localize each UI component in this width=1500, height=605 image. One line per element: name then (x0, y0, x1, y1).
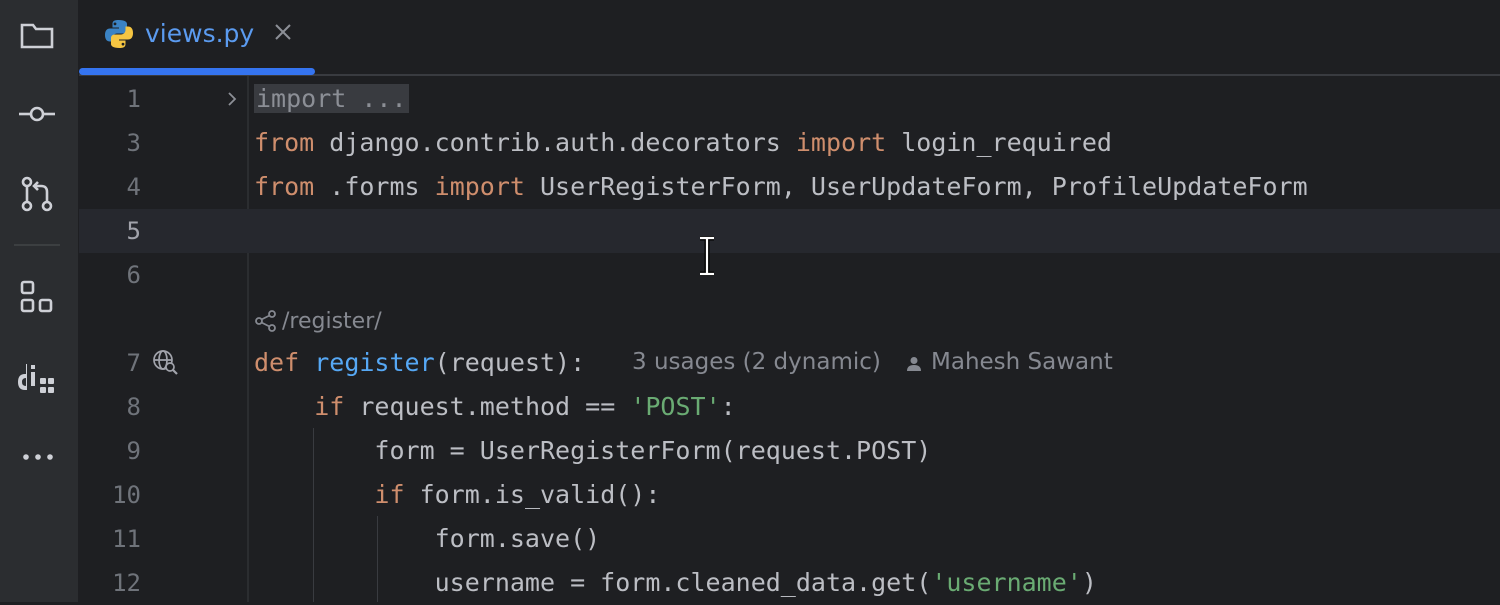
commit-icon[interactable] (15, 92, 59, 136)
code-text: form = UserRegisterForm(request.POST) (254, 436, 932, 465)
code-text: from .forms import UserRegisterForm, Use… (254, 172, 1308, 201)
project-icon[interactable] (15, 13, 59, 57)
tab-views-py[interactable]: views.py (79, 0, 315, 74)
structure-icon[interactable] (15, 275, 59, 319)
close-icon[interactable] (271, 20, 295, 44)
code-line[interactable]: 6 (79, 253, 1500, 297)
code-text: username = form.cleaned_data.get('userna… (254, 568, 1097, 597)
pull-requests-icon[interactable] (15, 172, 59, 216)
code-line[interactable]: 4 from .forms import UserRegisterForm, Us… (79, 165, 1500, 209)
code-line[interactable]: 5 (79, 209, 1500, 253)
line-number: 7 (126, 349, 141, 377)
web-endpoint-icon[interactable] (151, 348, 179, 376)
tab-label: views.py (145, 19, 255, 48)
code-text: if request.method == 'POST': (314, 392, 736, 421)
code-line[interactable]: 9 form = UserRegisterForm(request.POST) (79, 429, 1500, 473)
line-number: 6 (126, 261, 141, 289)
editor-area: views.py 1 import ... 3 from django.contrib… (79, 0, 1500, 602)
code-text: import ... (254, 77, 409, 121)
code-text: from django.contrib.auth.decorators impo… (254, 128, 1112, 157)
tool-window-sidebar (0, 0, 79, 602)
line-number: 1 (126, 85, 141, 113)
route-label: /register/ (282, 308, 382, 334)
author-icon (907, 357, 921, 371)
code-line[interactable]: 11 form.save() (79, 517, 1500, 561)
more-icon[interactable] (15, 434, 59, 478)
line-number: 9 (126, 437, 141, 465)
django-icon[interactable] (15, 356, 59, 400)
folded-imports[interactable]: import ... (254, 84, 409, 113)
code-line[interactable]: 12 username = form.cleaned_data.get('use… (79, 561, 1500, 605)
code-text: if form.is_valid(): (374, 480, 661, 509)
editor-tab-bar: views.py (79, 0, 1500, 76)
code-text: form.save() (254, 524, 601, 553)
author-hint[interactable]: Mahesh Sawant (931, 349, 1113, 375)
line-number: 12 (112, 569, 141, 597)
code-line[interactable]: 3 from django.contrib.auth.decorators imp… (79, 121, 1500, 165)
line-number: 5 (126, 217, 141, 245)
text-cursor-icon (700, 236, 714, 276)
code-line[interactable]: 1 import ... (79, 77, 1500, 121)
code-line[interactable]: 8 if request.method == 'POST': (79, 385, 1500, 429)
fold-chevron-icon[interactable] (223, 90, 241, 108)
usages-hint[interactable]: 3 usages (2 dynamic) (632, 349, 881, 375)
line-number: 3 (126, 129, 141, 157)
endpoint-icon (255, 310, 276, 332)
line-number: 4 (126, 173, 141, 201)
line-number: 11 (112, 525, 141, 553)
line-number: 10 (112, 481, 141, 509)
code-line[interactable]: 10 if form.is_valid(): (79, 473, 1500, 517)
python-icon (105, 20, 133, 48)
active-tab-indicator (79, 68, 315, 75)
endpoint-hint[interactable]: /register/ (254, 306, 382, 336)
code-text: def register(request): (254, 348, 586, 377)
sidebar-divider (14, 244, 60, 246)
line-number: 8 (126, 393, 141, 421)
